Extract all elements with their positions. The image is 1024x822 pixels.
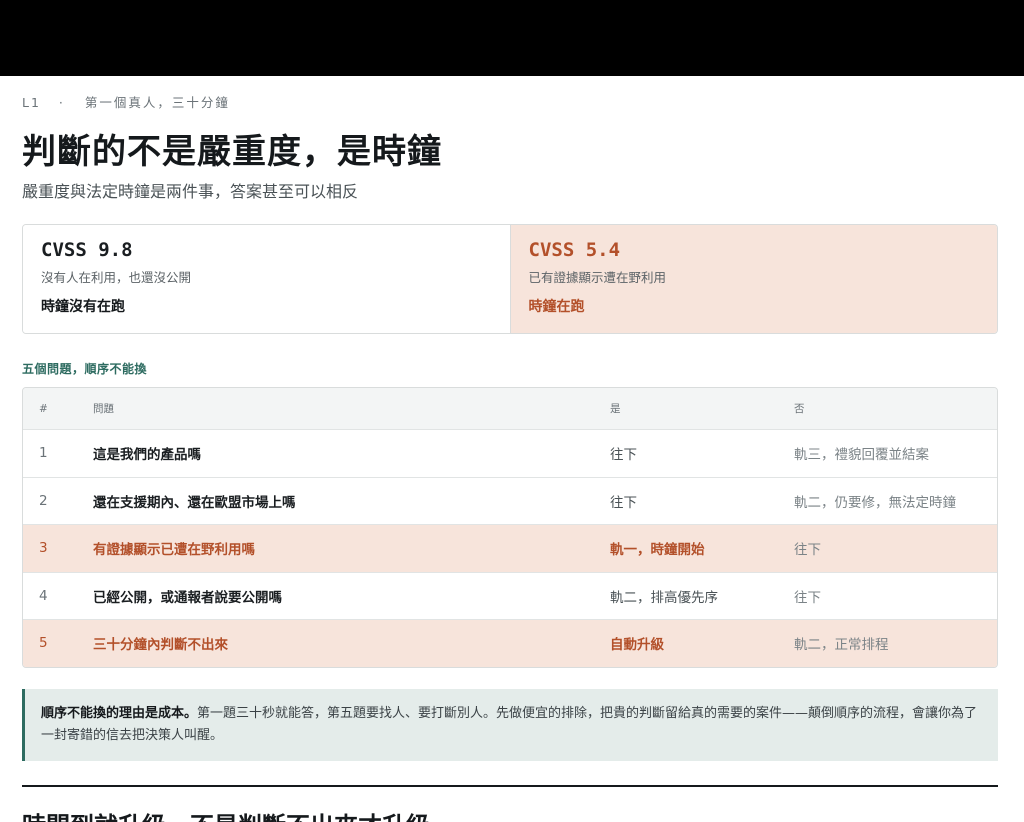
row-question: 還在支援期內、還在歐盟市場上嗎 [93, 494, 296, 511]
row-number: 1 [39, 445, 48, 462]
row-question: 有證據顯示已遭在野利用嗎 [93, 542, 255, 559]
breadcrumb-separator: · [58, 95, 65, 110]
cvss-score: CVSS 9.8 [41, 239, 133, 261]
questions-section-label: 五個問題，順序不能換 [22, 362, 148, 376]
row-no-action: 往下 [794, 589, 821, 606]
comparison-card-low-score: CVSS 5.4 已有證據顯示遭在野利用 時鐘在跑 [510, 225, 997, 333]
document-page: L1 · 第一個真人，三十分鐘 判斷的不是嚴重度，是時鐘 嚴重度與法定時鐘是兩件… [0, 76, 1024, 822]
section-divider [22, 785, 998, 787]
row-yes-action: 往下 [610, 494, 637, 511]
row-question: 已經公開，或通報者說要公開嗎 [93, 589, 282, 606]
clock-status: 時鐘在跑 [528, 299, 585, 315]
row-yes-action: 軌一，時鐘開始 [610, 542, 705, 559]
column-header-yes: 是 [610, 403, 621, 415]
cvss-description: 沒有人在利用，也還沒公開 [41, 270, 192, 285]
column-header-question: 問題 [93, 403, 114, 415]
breadcrumb: L1 · 第一個真人，三十分鐘 [22, 92, 230, 111]
page-subtitle: 嚴重度與法定時鐘是兩件事，答案甚至可以相反 [22, 182, 359, 201]
row-no-action: 軌二，正常排程 [794, 637, 889, 654]
callout-note: 順序不能換的理由是成本。第一題三十秒就能答，第五題要找人、要打斷別人。先做便宜的… [22, 689, 998, 761]
cvss-comparison: CVSS 9.8 沒有人在利用，也還沒公開 時鐘沒有在跑 CVSS 5.4 已有… [22, 224, 998, 334]
comparison-card-high-score: CVSS 9.8 沒有人在利用，也還沒公開 時鐘沒有在跑 [23, 225, 511, 333]
row-yes-action: 自動升級 [610, 637, 664, 654]
page-title: 判斷的不是嚴重度，是時鐘 [22, 132, 442, 172]
cvss-description: 已有證據顯示遭在野利用 [528, 270, 667, 285]
row-question: 三十分鐘內判斷不出來 [93, 637, 228, 654]
row-yes-action: 軌二，排高優先序 [610, 589, 718, 606]
column-header-num: # [39, 402, 48, 415]
row-number: 5 [39, 635, 48, 652]
row-number: 2 [39, 492, 48, 509]
clock-status: 時鐘沒有在跑 [41, 299, 125, 315]
table-header-row: # 問題 是 否 [23, 388, 997, 429]
breadcrumb-section: 第一個真人，三十分鐘 [84, 95, 230, 110]
table-row: 4 已經公開，或通報者說要公開嗎 軌二，排高優先序 往下 [23, 571, 997, 620]
row-no-action: 往下 [794, 542, 821, 559]
row-number: 4 [39, 587, 48, 604]
note-lead: 順序不能換的理由是成本。 [41, 706, 198, 721]
table-row-highlighted: 5 三十分鐘內判斷不出來 自動升級 軌二，正常排程 [23, 619, 997, 667]
row-number: 3 [39, 540, 48, 557]
row-no-action: 軌三，禮貌回覆並結案 [794, 447, 929, 464]
cvss-score: CVSS 5.4 [528, 239, 621, 261]
table-row: 1 這是我們的產品嗎 往下 軌三，禮貌回覆並結案 [23, 429, 997, 477]
row-no-action: 軌二，仍要修，無法定時鐘 [794, 494, 956, 511]
questions-table: # 問題 是 否 1 這是我們的產品嗎 往下 軌三，禮貌回覆並結案 2 還在支援… [22, 387, 998, 668]
breadcrumb-level: L1 [22, 95, 41, 110]
table-row-highlighted: 3 有證據顯示已遭在野利用嗎 軌一，時鐘開始 往下 [23, 524, 997, 572]
table-row: 2 還在支援期內、還在歐盟市場上嗎 往下 軌二，仍要修，無法定時鐘 [23, 476, 997, 525]
section-heading: 時間到就升級，不是判斷不出來才升級。 [22, 806, 454, 822]
row-yes-action: 往下 [610, 447, 637, 464]
row-question: 這是我們的產品嗎 [93, 447, 201, 464]
column-header-no: 否 [794, 403, 805, 415]
